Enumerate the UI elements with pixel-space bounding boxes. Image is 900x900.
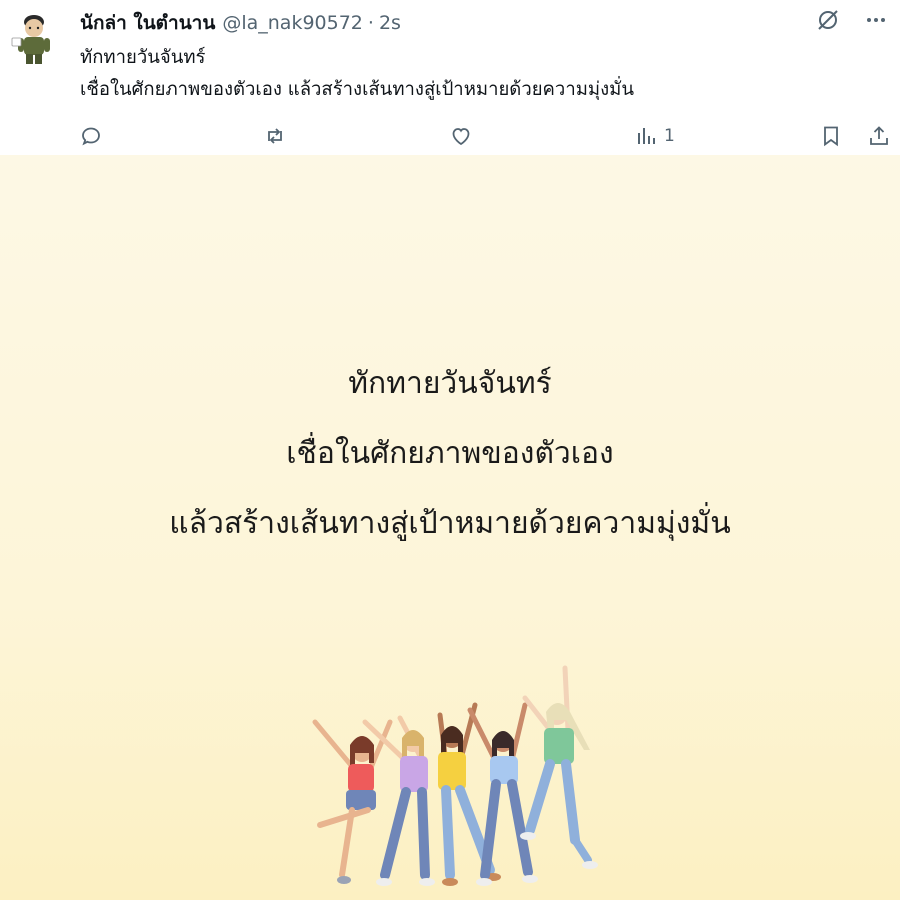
post-header: นักล่า ในตำนาน @la_nak90572 · 2s ทักทายว… xyxy=(0,0,900,155)
bookmark-button[interactable] xyxy=(819,122,843,150)
post-text-line: ทักทายวันจันทร์ xyxy=(80,47,206,68)
author-line: นักล่า ในตำนาน @la_nak90572 · 2s xyxy=(80,8,401,34)
post-action-bar: 1 xyxy=(0,118,900,154)
repost-button[interactable] xyxy=(263,122,287,150)
post-timestamp[interactable]: 2s xyxy=(379,12,401,34)
post-top-actions xyxy=(814,6,890,34)
user-handle[interactable]: @la_nak90572 xyxy=(222,12,363,34)
views-count: 1 xyxy=(664,126,675,146)
bookmark-icon xyxy=(824,126,838,147)
views-icon xyxy=(638,128,655,144)
share-icon xyxy=(870,126,888,145)
grok-icon[interactable] xyxy=(814,6,842,34)
display-name[interactable]: นักล่า ในตำนาน xyxy=(80,8,215,38)
image-text-line: แล้วสร้างเส้นทางสู่เป้าหมายด้วยความมุ่งม… xyxy=(169,506,731,541)
reply-button[interactable] xyxy=(79,122,103,150)
post-text: ทักทายวันจันทร์ เชื่อในศักยภาพของตัวเอง … xyxy=(80,42,634,106)
repost-icon xyxy=(268,128,282,144)
share-button[interactable] xyxy=(867,122,891,150)
more-icon[interactable] xyxy=(862,6,890,34)
person-figure xyxy=(467,702,538,886)
post-text-line: เชื่อในศักยภาพของตัวเอง แล้วสร้างเส้นทาง… xyxy=(80,79,634,100)
separator-dot: · xyxy=(367,12,374,34)
post-image[interactable]: ทักทายวันจันทร์ เชื่อในศักยภาพของตัวเอง … xyxy=(0,155,900,900)
image-text-line: ทักทายวันจันทร์ xyxy=(348,366,552,401)
avatar[interactable] xyxy=(10,8,58,66)
reply-icon xyxy=(82,127,100,146)
heart-icon xyxy=(452,128,470,146)
people-illustration xyxy=(300,660,600,900)
person-figure xyxy=(312,719,393,884)
views-button[interactable]: 1 xyxy=(634,122,675,150)
person-figure xyxy=(520,665,598,869)
like-button[interactable] xyxy=(449,122,473,150)
image-text-line: เชื่อในศักยภาพของตัวเอง xyxy=(286,436,614,471)
